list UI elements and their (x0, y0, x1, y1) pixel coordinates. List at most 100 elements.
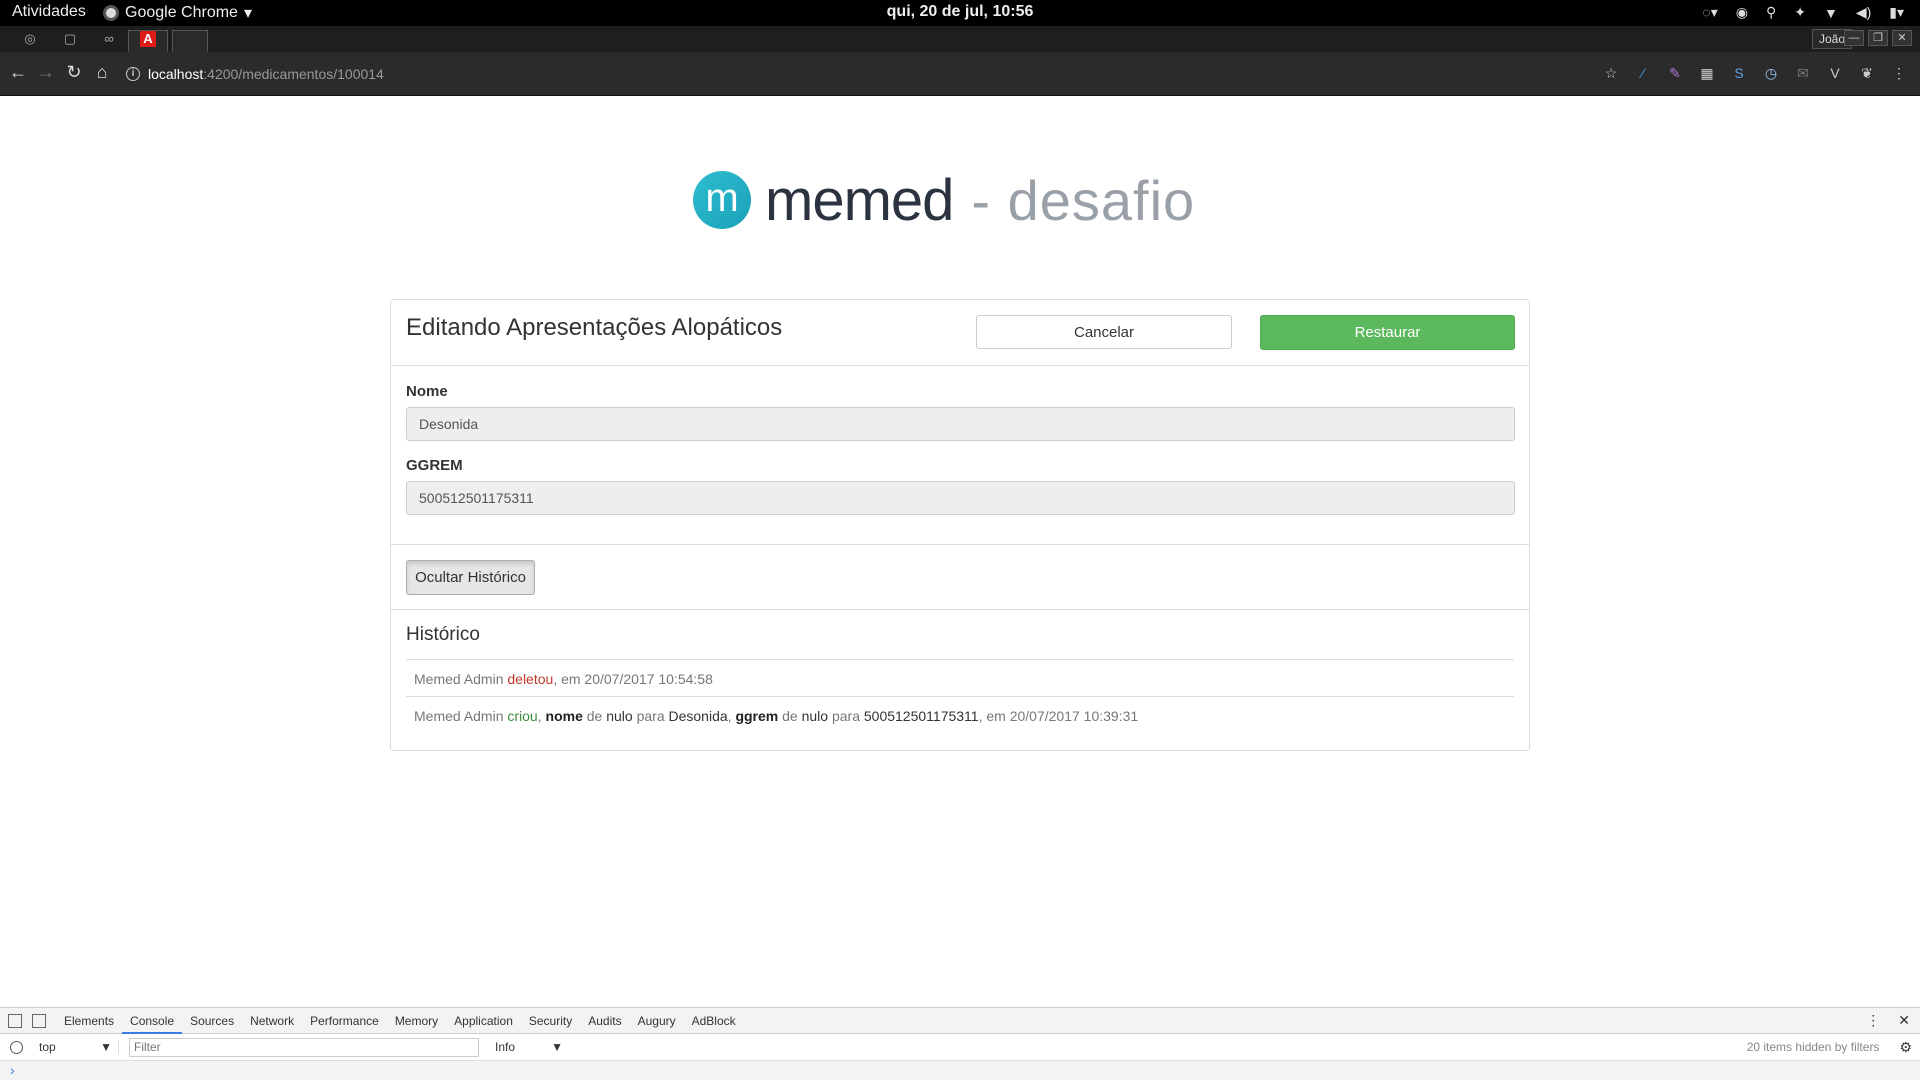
history-title: Histórico (406, 610, 1514, 660)
history-separator: , (537, 708, 542, 724)
s-extension-icon[interactable]: S (1730, 64, 1748, 82)
info-icon[interactable]: i (126, 67, 140, 81)
context-select[interactable]: top ▼ (33, 1040, 119, 1054)
inspect-icon[interactable] (8, 1013, 22, 1028)
bookmark-star-icon[interactable]: ☆ (1602, 64, 1620, 82)
history-word: para (831, 708, 860, 724)
history-field: ggrem (735, 708, 779, 724)
clock-extension-icon[interactable]: ◷ (1762, 64, 1780, 82)
url-path: :4200/medicamentos/100014 (203, 66, 384, 82)
tab-audits[interactable]: Audits (580, 1008, 629, 1034)
panel-form: Nome GGREM (391, 366, 1529, 545)
panel-title: Editando Apresentações Alopáticos (406, 314, 783, 341)
restore-button[interactable]: Restaurar (1260, 315, 1515, 350)
edit-panel: Editando Apresentações Alopáticos Cancel… (390, 299, 1530, 751)
battery-icon[interactable]: ▮▾ (1889, 4, 1904, 21)
log-level-value: Info (495, 1040, 516, 1054)
nome-label: Nome (406, 383, 448, 400)
address-bar[interactable]: i localhost :4200/medicamentos/100014 (126, 60, 1600, 88)
ggrem-input[interactable] (406, 481, 1515, 515)
tab-application[interactable]: Application (446, 1008, 521, 1034)
history-date: , em 20/07/2017 10:54:58 (553, 671, 713, 687)
home-icon[interactable]: ⌂ (90, 62, 114, 83)
log-level-select[interactable]: Info ▼ (489, 1040, 569, 1054)
history-user: Memed Admin (414, 708, 504, 724)
tab-security[interactable]: Security (521, 1008, 580, 1034)
system-tray: ◌▾ ◉ ⚲ ✦ ▼ ◀) ▮▾ (1702, 4, 1904, 21)
page-content: m memed - desafio Editando Apresentações… (0, 97, 1920, 1007)
console-filter-input[interactable] (129, 1037, 479, 1057)
history-new-value: 500512501175311 (863, 708, 979, 724)
reload-icon[interactable]: ↻ (62, 62, 86, 83)
tab-adblock[interactable]: AdBlock (684, 1008, 744, 1034)
location-icon[interactable]: ⚲ (1766, 4, 1776, 21)
tab-console[interactable]: Console (122, 1008, 183, 1034)
console-prompt[interactable]: › (0, 1061, 1920, 1081)
history-date: , em 20/07/2017 10:39:31 (978, 708, 1139, 724)
tab-memory[interactable]: Memory (387, 1008, 446, 1034)
panel-header: Editando Apresentações Alopáticos Cancel… (391, 300, 1529, 366)
dropdown-arrow-icon: ▼ (551, 1040, 563, 1054)
history-user: Memed Admin (414, 671, 504, 687)
extension-icons: ☆ ⁄ ✎ ▦ S ◷ ✉ V ❦ ⋮ (1602, 64, 1908, 82)
tab-sources[interactable]: Sources (182, 1008, 242, 1034)
color-picker-icon[interactable]: ⁄ (1634, 64, 1652, 82)
dropdown-arrow-icon: ▼ (100, 1040, 112, 1054)
leaf-icon[interactable]: ❦ (1858, 64, 1876, 82)
link-icon[interactable]: ∞ (101, 31, 117, 47)
new-tab-button[interactable] (172, 30, 208, 52)
wifi-icon[interactable]: ▼ (1824, 5, 1838, 21)
tab-strip: ◎ ▢ ∞ A João — ❐ ✕ (0, 26, 1920, 52)
restore-icon[interactable]: ❐ (1868, 30, 1888, 46)
github-icon[interactable]: ◎ (22, 31, 38, 47)
history-old-value: nulo (801, 708, 829, 724)
close-icon[interactable]: ✕ (1892, 30, 1912, 46)
chrome-tray-icon[interactable]: ◉ (1736, 4, 1748, 21)
vue-icon[interactable]: V (1826, 64, 1844, 82)
back-icon[interactable]: ← (6, 62, 30, 83)
volume-icon[interactable]: ◀) (1856, 4, 1871, 21)
console-toolbar: top ▼ Info ▼ 20 items hidden by filters … (0, 1034, 1920, 1061)
ggrem-label: GGREM (406, 457, 463, 474)
tab-elements[interactable]: Elements (56, 1008, 122, 1034)
device-toolbar-icon[interactable] (32, 1013, 46, 1028)
history-section: Histórico Memed Admin deletou, em 20/07/… (391, 610, 1529, 734)
logo-subtitle: - desafio (971, 168, 1196, 232)
menu-kebab-icon[interactable]: ⋮ (1890, 64, 1908, 82)
history-new-value: Desonida (668, 708, 728, 724)
document-icon[interactable]: ▢ (62, 31, 78, 47)
history-word: de (586, 708, 603, 724)
hidden-items-note: 20 items hidden by filters (1746, 1040, 1880, 1054)
clear-console-icon[interactable] (10, 1040, 23, 1054)
minimize-icon[interactable]: — (1844, 30, 1864, 46)
logo-word: memed (765, 167, 954, 233)
history-entry: Memed Admin criou, nome de nulo para Des… (406, 697, 1514, 734)
history-toggle-row: Ocultar Histórico (391, 545, 1529, 610)
mail-icon[interactable]: ✉ (1794, 64, 1812, 82)
browser-toolbar: ← → ↻ ⌂ i localhost :4200/medicamentos/1… (0, 52, 1920, 96)
history-word: para (636, 708, 665, 724)
feather-icon[interactable]: ✎ (1666, 64, 1684, 82)
tab-augury[interactable]: Augury (630, 1008, 684, 1034)
history-word: de (782, 708, 798, 724)
nome-input[interactable] (406, 407, 1515, 441)
more-options-icon[interactable]: ⋮ (1866, 1012, 1880, 1029)
close-devtools-icon[interactable]: ✕ (1898, 1012, 1910, 1029)
console-settings-icon[interactable]: ⚙ (1899, 1039, 1912, 1056)
history-entry: Memed Admin deletou, em 20/07/2017 10:54… (406, 660, 1514, 697)
cancel-button[interactable]: Cancelar (976, 315, 1232, 349)
forward-icon[interactable]: → (34, 62, 58, 83)
history-old-value: nulo (606, 708, 633, 724)
settings-icon[interactable]: ✦ (1794, 4, 1806, 21)
qr-icon[interactable]: ▦ (1698, 64, 1716, 82)
logo: m memed - desafio (693, 167, 1196, 233)
tab-performance[interactable]: Performance (302, 1008, 387, 1034)
clock[interactable]: qui, 20 de jul, 10:56 (0, 3, 1920, 21)
history-action: deletou (507, 671, 554, 687)
url-host: localhost (148, 66, 204, 82)
loading-icon[interactable]: ◌▾ (1702, 4, 1717, 21)
logo-circle: m (693, 171, 751, 229)
tab-network[interactable]: Network (242, 1008, 302, 1034)
hide-history-button[interactable]: Ocultar Histórico (406, 560, 535, 595)
devtools-panel: Elements Console Sources Network Perform… (0, 1007, 1920, 1080)
